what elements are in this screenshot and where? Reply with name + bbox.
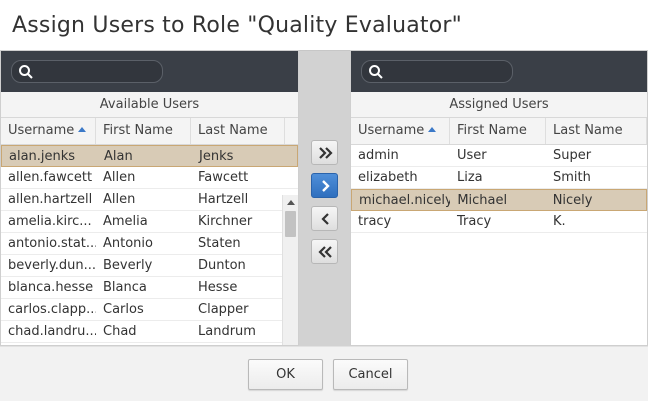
cell-first: Alan bbox=[104, 149, 133, 164]
cell-last: Landrum bbox=[198, 324, 256, 339]
cell-first: Blanca bbox=[103, 280, 147, 295]
cell-last: Hartzell bbox=[198, 192, 249, 207]
table-row[interactable]: allen.fawcett Allen Fawcett bbox=[1, 167, 298, 189]
add-all-button[interactable] bbox=[311, 140, 338, 165]
available-search-box[interactable] bbox=[11, 60, 163, 83]
cell-username: admin bbox=[358, 148, 399, 163]
scroll-thumb[interactable] bbox=[285, 211, 296, 237]
cell-username: tracy bbox=[358, 214, 392, 229]
table-row[interactable]: tracy Tracy K. bbox=[351, 211, 647, 233]
table-row[interactable]: admin User Super bbox=[351, 145, 647, 167]
remove-selected-button[interactable] bbox=[311, 206, 338, 231]
cell-username: beverly.dun... bbox=[8, 258, 96, 273]
table-row[interactable]: amelia.kirc... Amelia Kirchner bbox=[1, 211, 298, 233]
cell-last: Nicely bbox=[552, 193, 593, 208]
cell-last: Fawcett bbox=[198, 170, 249, 185]
table-row[interactable]: blanca.hesse Blanca Hesse bbox=[1, 277, 298, 299]
cell-last: K. bbox=[553, 214, 566, 229]
cell-username: blanca.hesse bbox=[8, 280, 94, 295]
chevron-right-icon bbox=[322, 180, 330, 192]
cancel-button[interactable]: Cancel bbox=[333, 359, 408, 390]
double-chevron-left-icon bbox=[318, 246, 332, 258]
table-row[interactable]: michael.nicely Michael Nicely bbox=[351, 189, 647, 211]
assigned-users-panel: Assigned Users Username First Name Last … bbox=[350, 50, 648, 346]
sort-ascending-icon bbox=[78, 127, 87, 132]
cell-username: michael.nicely bbox=[359, 193, 451, 208]
search-icon bbox=[19, 65, 33, 79]
column-header-username[interactable]: Username bbox=[1, 118, 96, 144]
available-search-bar bbox=[1, 51, 298, 92]
table-row[interactable]: chad.landru... Chad Landrum bbox=[1, 321, 298, 343]
column-header-label: Username bbox=[358, 123, 425, 138]
cell-first: Beverly bbox=[103, 258, 153, 273]
cell-username: amelia.kirc... bbox=[8, 214, 92, 229]
table-row[interactable]: allen.hartzell Allen Hartzell bbox=[1, 189, 298, 211]
assigned-column-headers: Username First Name Last Name bbox=[351, 118, 647, 145]
cell-first: Michael bbox=[457, 193, 508, 208]
cell-username: allen.fawcett bbox=[8, 170, 93, 185]
available-search-input[interactable] bbox=[38, 63, 158, 81]
column-header-first-name[interactable]: First Name bbox=[450, 118, 546, 144]
cell-last: Smith bbox=[553, 170, 591, 185]
cell-last: Jenks bbox=[199, 149, 234, 164]
dialog-footer: OK Cancel bbox=[0, 346, 648, 401]
cell-first: Tracy bbox=[457, 214, 492, 229]
table-row[interactable]: beverly.dun... Beverly Dunton bbox=[1, 255, 298, 277]
cell-last: Clapper bbox=[198, 302, 249, 317]
chevron-left-icon bbox=[321, 213, 329, 225]
assigned-search-box[interactable] bbox=[361, 60, 513, 83]
cell-username: alan.jenks bbox=[9, 149, 76, 164]
assigned-users-list: admin User Super elizabeth Liza Smith michael.… bbox=[351, 145, 647, 233]
double-chevron-right-icon bbox=[319, 147, 333, 159]
move-controls bbox=[299, 50, 350, 346]
cell-last: Hesse bbox=[198, 280, 238, 295]
cell-username: carlos.clapp... bbox=[8, 302, 96, 317]
cell-last: Super bbox=[553, 148, 592, 163]
table-row[interactable]: elizabeth Liza Smith bbox=[351, 167, 647, 189]
assigned-search-input[interactable] bbox=[388, 63, 508, 81]
available-column-headers: Username First Name Last Name bbox=[1, 118, 298, 145]
assigned-users-caption: Assigned Users bbox=[351, 92, 647, 118]
cell-last: Staten bbox=[198, 236, 241, 251]
cell-username: allen.hartzell bbox=[8, 192, 93, 207]
cell-first: Liza bbox=[457, 170, 483, 185]
sort-ascending-icon bbox=[428, 127, 437, 132]
table-row[interactable]: antonio.stat... Antonio Staten bbox=[1, 233, 298, 255]
column-header-label: Username bbox=[8, 123, 75, 138]
cell-first: Chad bbox=[103, 324, 137, 339]
available-scrollbar[interactable] bbox=[282, 195, 298, 345]
cell-first: Allen bbox=[103, 170, 136, 185]
column-header-first-name[interactable]: First Name bbox=[96, 118, 191, 144]
ok-button[interactable]: OK bbox=[248, 359, 323, 390]
cell-username: antonio.stat... bbox=[8, 236, 96, 251]
assigned-search-bar bbox=[351, 51, 647, 92]
cell-last: Dunton bbox=[198, 258, 246, 273]
column-header-username[interactable]: Username bbox=[351, 118, 450, 144]
available-users-list: alan.jenks Alan Jenks allen.fawcett Allen Faw… bbox=[1, 145, 298, 343]
column-header-last-name[interactable]: Last Name bbox=[191, 118, 285, 144]
cell-first: User bbox=[457, 148, 487, 163]
cell-username: chad.landru... bbox=[8, 324, 96, 339]
cell-username: elizabeth bbox=[358, 170, 418, 185]
add-selected-button[interactable] bbox=[311, 173, 338, 198]
dialog-title: Assign Users to Role "Quality Evaluator" bbox=[12, 13, 462, 38]
column-header-last-name[interactable]: Last Name bbox=[546, 118, 647, 144]
cell-first: Allen bbox=[103, 192, 136, 207]
cell-last: Kirchner bbox=[198, 214, 253, 229]
scroll-up-icon[interactable] bbox=[287, 200, 295, 205]
table-row[interactable]: alan.jenks Alan Jenks bbox=[1, 145, 298, 167]
cell-first: Amelia bbox=[103, 214, 148, 229]
available-users-caption: Available Users bbox=[1, 92, 298, 118]
available-users-panel: Available Users Username First Name Last… bbox=[0, 50, 299, 346]
table-row[interactable]: carlos.clapp... Carlos Clapper bbox=[1, 299, 298, 321]
remove-all-button[interactable] bbox=[311, 239, 338, 264]
cell-first: Carlos bbox=[103, 302, 144, 317]
search-icon bbox=[369, 65, 383, 79]
cell-first: Antonio bbox=[103, 236, 153, 251]
